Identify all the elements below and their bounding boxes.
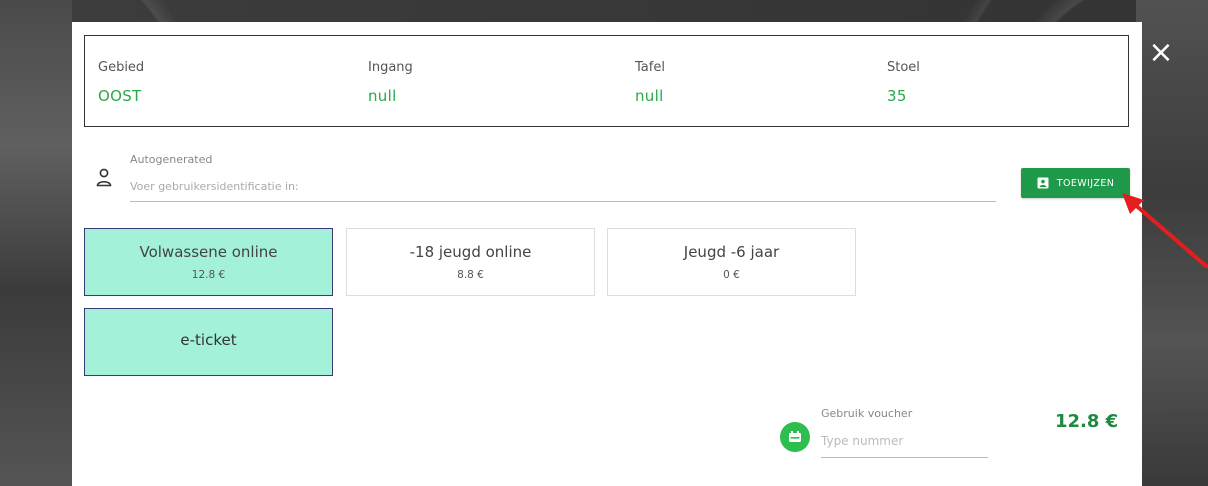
- ticket-modal: Gebied OOST Ingang null Tafel null Stoel…: [72, 22, 1142, 486]
- user-icon: [96, 168, 112, 187]
- ticket-name: -18 jeugd online: [409, 243, 532, 261]
- ticket-price: 12.8 €: [191, 269, 226, 281]
- seat-chair: Stoel 35: [887, 60, 920, 105]
- chair-label: Stoel: [887, 60, 920, 75]
- seat-table: Tafel null: [635, 60, 665, 105]
- ticket-name: Jeugd -6 jaar: [683, 243, 780, 261]
- chair-value: 35: [887, 87, 907, 105]
- total-price: 12.8 €: [1055, 411, 1119, 432]
- ticket-price: 8.8 €: [457, 269, 484, 281]
- entrance-label: Ingang: [368, 60, 413, 75]
- user-id-label: Autogenerated: [130, 153, 213, 166]
- voucher-icon: [780, 422, 810, 452]
- area-label: Gebied: [98, 60, 145, 75]
- background-left-panel: [0, 0, 72, 486]
- ticket-option-jeugd-6[interactable]: Jeugd -6 jaar 0 €: [607, 228, 856, 296]
- arrow-annotation: [1122, 193, 1208, 268]
- entrance-value: null: [368, 87, 397, 105]
- delivery-option-eticket[interactable]: e-ticket: [84, 308, 333, 376]
- voucher-input[interactable]: [821, 424, 988, 458]
- ticket-option-volwassene[interactable]: Volwassene online 12.8 €: [84, 228, 333, 296]
- seat-entrance: Ingang null: [368, 60, 413, 105]
- ticket-price: 0 €: [723, 269, 740, 281]
- voucher-label: Gebruik voucher: [821, 407, 913, 420]
- user-id-input[interactable]: [130, 172, 996, 202]
- table-value: null: [635, 87, 664, 105]
- seat-info-box: Gebied OOST Ingang null Tafel null Stoel…: [84, 35, 1129, 127]
- seat-area: Gebied OOST: [98, 60, 144, 105]
- close-icon[interactable]: ×: [1148, 38, 1174, 68]
- assign-button[interactable]: TOEWIJZEN: [1021, 168, 1130, 198]
- area-value: OOST: [98, 87, 142, 105]
- assign-button-label: TOEWIJZEN: [1056, 177, 1115, 189]
- table-label: Tafel: [635, 60, 665, 75]
- badge-icon: [1037, 177, 1049, 189]
- ticket-name: Volwassene online: [139, 243, 278, 261]
- ticket-option-jeugd-18[interactable]: -18 jeugd online 8.8 €: [346, 228, 595, 296]
- delivery-name: e-ticket: [180, 331, 237, 349]
